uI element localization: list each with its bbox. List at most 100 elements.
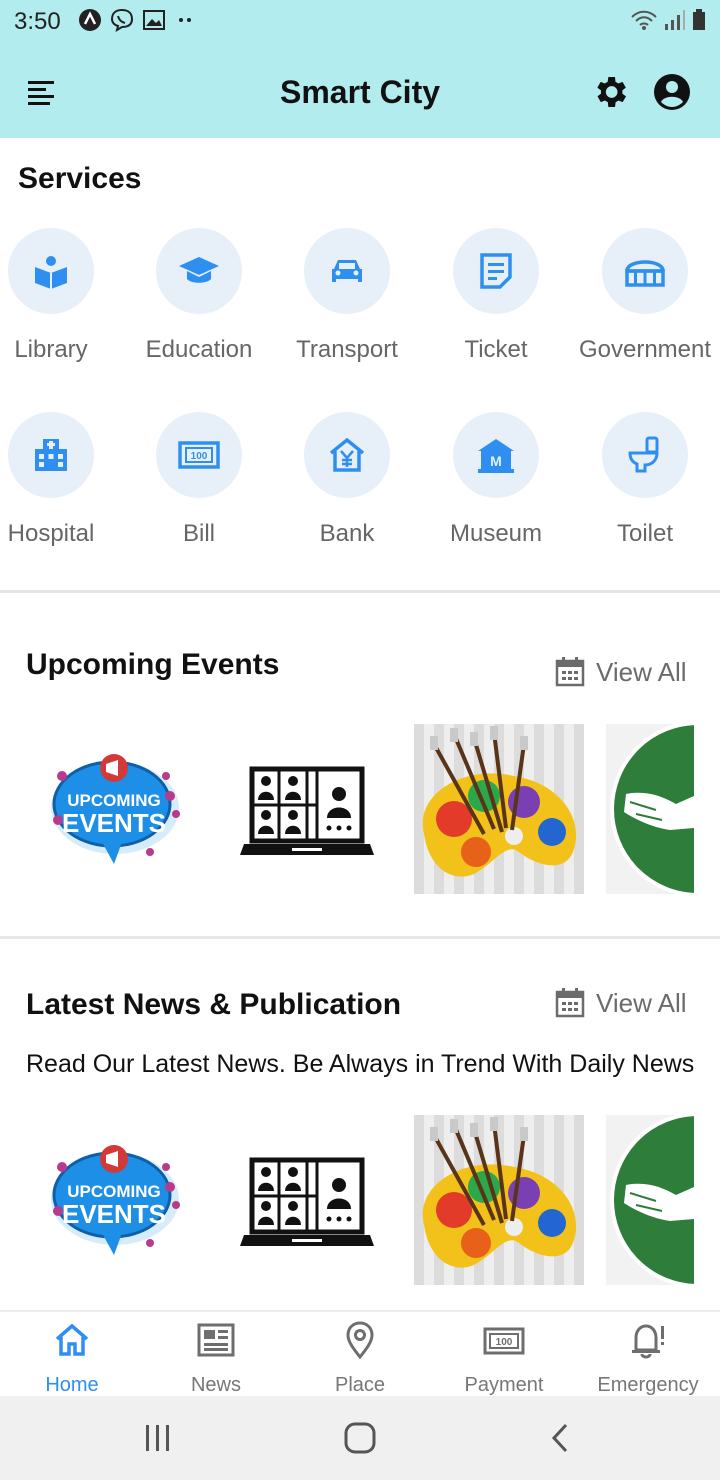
event-thumb-art-palette[interactable] — [414, 724, 584, 894]
service-icon-bg — [304, 228, 390, 314]
settings-button[interactable] — [590, 72, 630, 112]
service-government[interactable]: Government — [575, 228, 715, 364]
profile-button[interactable] — [652, 72, 692, 112]
home-circle-icon — [344, 1422, 376, 1454]
nav-label: Place — [334, 1374, 386, 1396]
nav-home[interactable]: Home — [0, 1318, 144, 1397]
recent-apps-button[interactable] — [140, 1422, 176, 1459]
graduation-cap-icon — [179, 257, 219, 283]
service-toilet[interactable]: Toilet — [575, 412, 715, 548]
svg-text:100: 100 — [191, 451, 208, 462]
nav-label: Emergency — [597, 1374, 699, 1396]
view-all-label: View All — [596, 656, 687, 687]
service-label: Toilet — [616, 520, 674, 547]
system-navigation-bar — [0, 1396, 720, 1480]
svg-text:M: M — [490, 453, 502, 469]
nav-emergency[interactable]: Emergency — [576, 1318, 720, 1397]
nav-label: News — [190, 1374, 241, 1396]
nav-icon-wrap — [288, 1318, 432, 1362]
notification-icons — [78, 8, 198, 32]
nav-news[interactable]: News — [144, 1318, 288, 1397]
service-icon-bg — [304, 412, 390, 498]
bottom-navigation: Home News Place 100 Payment Emergency — [0, 1310, 720, 1396]
recent-apps-icon — [146, 1425, 169, 1451]
service-icon-bg — [8, 412, 94, 498]
nav-icon-wrap: 100 — [432, 1318, 576, 1362]
section-divider — [0, 590, 720, 593]
event-thumb-video-meeting[interactable] — [222, 724, 392, 894]
calendar-icon — [555, 988, 585, 1018]
service-label: Hospital — [7, 520, 95, 547]
service-label: Transport — [296, 336, 398, 363]
news-thumb-handshake[interactable] — [606, 1115, 694, 1285]
service-label: Education — [145, 336, 253, 363]
service-hospital[interactable]: Hospital — [0, 412, 121, 548]
hospital-icon — [35, 439, 67, 471]
section-divider — [0, 936, 720, 939]
view-all-label: View All — [596, 987, 687, 1018]
back-button[interactable] — [544, 1422, 580, 1459]
app-bar: Smart City — [0, 44, 720, 138]
system-status-icons — [630, 8, 706, 32]
home-system-button[interactable] — [342, 1422, 378, 1459]
service-label: Museum — [449, 520, 543, 547]
nav-icon-wrap — [0, 1318, 144, 1362]
art-palette-image — [414, 724, 584, 894]
signal-icon — [665, 10, 685, 30]
banner-line2: EVENTS — [62, 808, 166, 838]
news-view-all-button[interactable]: View All — [554, 987, 687, 1019]
service-ticket[interactable]: Ticket — [426, 228, 566, 364]
wifi-icon — [631, 10, 657, 30]
event-thumb-upcoming[interactable]: UPCOMING EVENTS — [30, 724, 200, 894]
service-museum[interactable]: M Museum — [426, 412, 566, 548]
events-view-all-button[interactable]: View All — [554, 656, 687, 688]
ticket-icon — [480, 253, 512, 289]
video-meeting-laptop-image — [240, 766, 374, 855]
service-bank[interactable]: Bank — [277, 412, 417, 548]
status-bar: 3:50 — [0, 0, 720, 44]
news-thumb-art-palette[interactable] — [414, 1115, 584, 1285]
events-title: Upcoming Events — [26, 648, 280, 681]
nav-label: Payment — [464, 1374, 544, 1396]
app-screen: 3:50 Smart City Services Library Educati… — [0, 0, 720, 1480]
service-library[interactable]: Library — [0, 228, 121, 364]
service-icon-bg — [453, 228, 539, 314]
museum-icon: M — [478, 439, 514, 473]
service-icon-bg — [156, 228, 242, 314]
handshake-image — [606, 724, 694, 894]
toilet-icon — [628, 436, 659, 473]
news-thumb-upcoming[interactable]: UPCOMING EVENTS — [30, 1115, 200, 1285]
banner-line2: EVENTS — [62, 1199, 166, 1229]
service-bill[interactable]: 100 Bill — [129, 412, 269, 548]
service-education[interactable]: Education — [129, 228, 269, 364]
upcoming-events-banner-image: UPCOMING EVENTS — [51, 754, 180, 864]
news-title: Latest News & Publication — [26, 988, 402, 1021]
handshake-image — [606, 1115, 694, 1285]
home-icon — [55, 1323, 89, 1356]
status-time: 3:50 — [14, 8, 61, 35]
back-chevron-icon — [551, 1423, 568, 1453]
video-meeting-laptop-image — [240, 1157, 374, 1246]
battery-icon — [693, 9, 705, 30]
news-thumb-video-meeting[interactable] — [222, 1115, 392, 1285]
viber-icon — [110, 8, 134, 32]
nav-payment[interactable]: 100 Payment — [432, 1318, 576, 1397]
service-transport[interactable]: Transport — [277, 228, 417, 364]
app-notification-icon — [79, 9, 101, 31]
service-icon-bg: 100 — [156, 412, 242, 498]
nav-place[interactable]: Place — [288, 1318, 432, 1397]
library-icon — [35, 256, 67, 289]
government-building-icon — [625, 260, 665, 287]
event-thumb-handshake[interactable] — [606, 724, 694, 894]
service-icon-bg: M — [453, 412, 539, 498]
svg-text:100: 100 — [496, 1337, 513, 1348]
car-icon — [332, 260, 362, 282]
banknote-icon: 100 — [483, 1327, 525, 1355]
calendar-icon — [555, 657, 585, 687]
location-pin-icon — [346, 1321, 374, 1360]
bank-icon — [329, 437, 365, 472]
bill-icon: 100 — [178, 441, 220, 469]
service-label: Bill — [182, 520, 215, 547]
service-label: Library — [14, 336, 88, 363]
service-icon-bg — [602, 228, 688, 314]
